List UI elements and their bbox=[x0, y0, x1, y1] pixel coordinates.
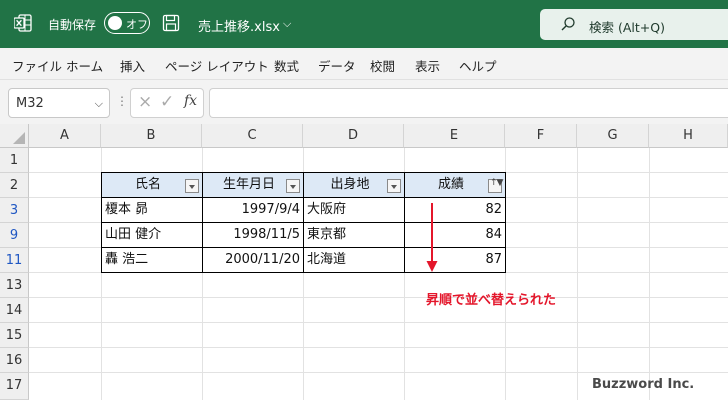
autosave-state: オフ bbox=[126, 18, 148, 31]
row-header-2[interactable]: 2 bbox=[0, 173, 29, 198]
table-cell[interactable]: 84 bbox=[405, 223, 506, 248]
chevron-down-icon bbox=[189, 185, 195, 189]
column-header-c[interactable]: C bbox=[202, 124, 303, 148]
spreadsheet-grid[interactable]: A B C D E F G H 1 2 3 9 11 13 14 15 16 1… bbox=[0, 124, 728, 400]
watermark: Buzzword Inc. bbox=[592, 377, 695, 392]
table-cell[interactable]: 1998/11/5 bbox=[203, 223, 304, 248]
gridline bbox=[29, 297, 728, 298]
row-header-3[interactable]: 3 bbox=[0, 198, 29, 223]
gridline bbox=[577, 148, 578, 400]
row-header-11[interactable]: 11 bbox=[0, 248, 29, 273]
column-header-g[interactable]: G bbox=[577, 124, 649, 148]
name-box[interactable]: M32 ⌵ bbox=[8, 88, 110, 118]
insert-function-icon[interactable]: fx bbox=[184, 93, 197, 109]
table-cell[interactable]: 東京都 bbox=[304, 223, 405, 248]
tab-review[interactable]: 校閲 bbox=[370, 56, 395, 75]
file-name[interactable]: 売上推移.xlsx bbox=[198, 16, 280, 35]
search-box[interactable]: 検索 (Alt+Q) bbox=[540, 9, 728, 40]
chevron-down-icon bbox=[290, 185, 296, 189]
tab-page-layout[interactable]: ページ レイアウト bbox=[165, 56, 269, 75]
more-icon[interactable]: ⋮ bbox=[116, 94, 128, 108]
column-header-h[interactable]: H bbox=[649, 124, 728, 148]
header-birthdate: 生年月日 bbox=[222, 177, 275, 192]
cancel-icon[interactable]: × bbox=[138, 92, 152, 112]
gridline bbox=[29, 372, 728, 373]
chevron-down-icon[interactable]: ⌵ bbox=[95, 97, 103, 111]
formula-input[interactable] bbox=[209, 88, 728, 118]
column-header-e[interactable]: E bbox=[404, 124, 505, 148]
search-icon bbox=[561, 17, 575, 31]
row-header-14[interactable]: 14 bbox=[0, 298, 29, 323]
excel-logo-icon bbox=[14, 14, 32, 32]
search-placeholder: 検索 (Alt+Q) bbox=[589, 20, 665, 35]
table-cell[interactable]: 87 bbox=[405, 248, 506, 273]
header-score: 成績 bbox=[437, 177, 464, 192]
table-cell[interactable]: 大阪府 bbox=[304, 198, 405, 223]
table-cell[interactable]: 82 bbox=[405, 198, 506, 223]
select-all-button[interactable] bbox=[0, 124, 29, 148]
name-box-value: M32 bbox=[16, 96, 44, 111]
tab-data[interactable]: データ bbox=[318, 56, 356, 75]
filter-dropdown-button[interactable] bbox=[286, 179, 300, 193]
column-header-b[interactable]: B bbox=[101, 124, 202, 148]
tab-view[interactable]: 表示 bbox=[415, 56, 440, 75]
sort-ascending-icon: ↑▼ bbox=[490, 178, 504, 188]
row-header-13[interactable]: 13 bbox=[0, 273, 29, 298]
tab-formulas[interactable]: 数式 bbox=[274, 56, 299, 75]
chevron-down-icon[interactable]: ⌵ bbox=[283, 17, 291, 31]
formula-bar: M32 ⌵ ⋮ × ✓ fx bbox=[0, 80, 728, 126]
sort-filter-button[interactable]: ↑▼ bbox=[488, 178, 504, 193]
gridline bbox=[29, 347, 728, 348]
tab-insert[interactable]: 挿入 bbox=[120, 56, 145, 75]
enter-icon[interactable]: ✓ bbox=[160, 92, 174, 112]
header-name: 氏名 bbox=[134, 177, 161, 192]
chevron-down-icon bbox=[391, 185, 397, 189]
tab-home[interactable]: ホーム bbox=[66, 56, 103, 75]
row-header-9[interactable]: 9 bbox=[0, 223, 29, 248]
column-header-d[interactable]: D bbox=[303, 124, 404, 148]
autosave-label: 自動保存 bbox=[48, 18, 97, 32]
table-cell[interactable]: 1997/9/4 bbox=[203, 198, 304, 223]
gridline bbox=[29, 322, 728, 323]
table-cell[interactable]: 北海道 bbox=[304, 248, 405, 273]
row-header-15[interactable]: 15 bbox=[0, 323, 29, 348]
row-header-16[interactable]: 16 bbox=[0, 348, 29, 373]
column-header-a[interactable]: A bbox=[29, 124, 101, 148]
toggle-knob bbox=[108, 16, 122, 30]
down-arrow-icon bbox=[426, 203, 438, 272]
gridline bbox=[649, 148, 650, 400]
table-cell[interactable]: 榎本 昴 bbox=[102, 198, 203, 223]
title-bar: 自動保存 オフ 売上推移.xlsx ⌵ 検索 (Alt+Q) bbox=[0, 0, 728, 48]
column-header-f[interactable]: F bbox=[505, 124, 577, 148]
filter-dropdown-button[interactable] bbox=[185, 179, 199, 193]
tab-help[interactable]: ヘルプ bbox=[459, 56, 497, 75]
autosave-toggle[interactable]: オフ bbox=[104, 12, 150, 34]
tab-file[interactable]: ファイル bbox=[12, 56, 62, 75]
row-header-1[interactable]: 1 bbox=[0, 148, 29, 173]
ribbon-tabs: ファイル ホーム 挿入 ページ レイアウト 数式 データ 校閲 表示 ヘルプ bbox=[0, 48, 728, 80]
table-cell[interactable]: 山田 健介 bbox=[102, 223, 203, 248]
save-icon[interactable] bbox=[162, 14, 180, 32]
header-birthplace: 出身地 bbox=[330, 177, 370, 192]
filter-dropdown-button[interactable] bbox=[387, 179, 401, 193]
row-header-17[interactable]: 17 bbox=[0, 373, 29, 400]
table-cell[interactable]: 2000/11/20 bbox=[203, 248, 304, 273]
annotation-text: 昇順で並べ替えられた bbox=[426, 293, 557, 308]
table-cell[interactable]: 轟 浩二 bbox=[102, 248, 203, 273]
formula-buttons: × ✓ fx bbox=[130, 88, 204, 118]
